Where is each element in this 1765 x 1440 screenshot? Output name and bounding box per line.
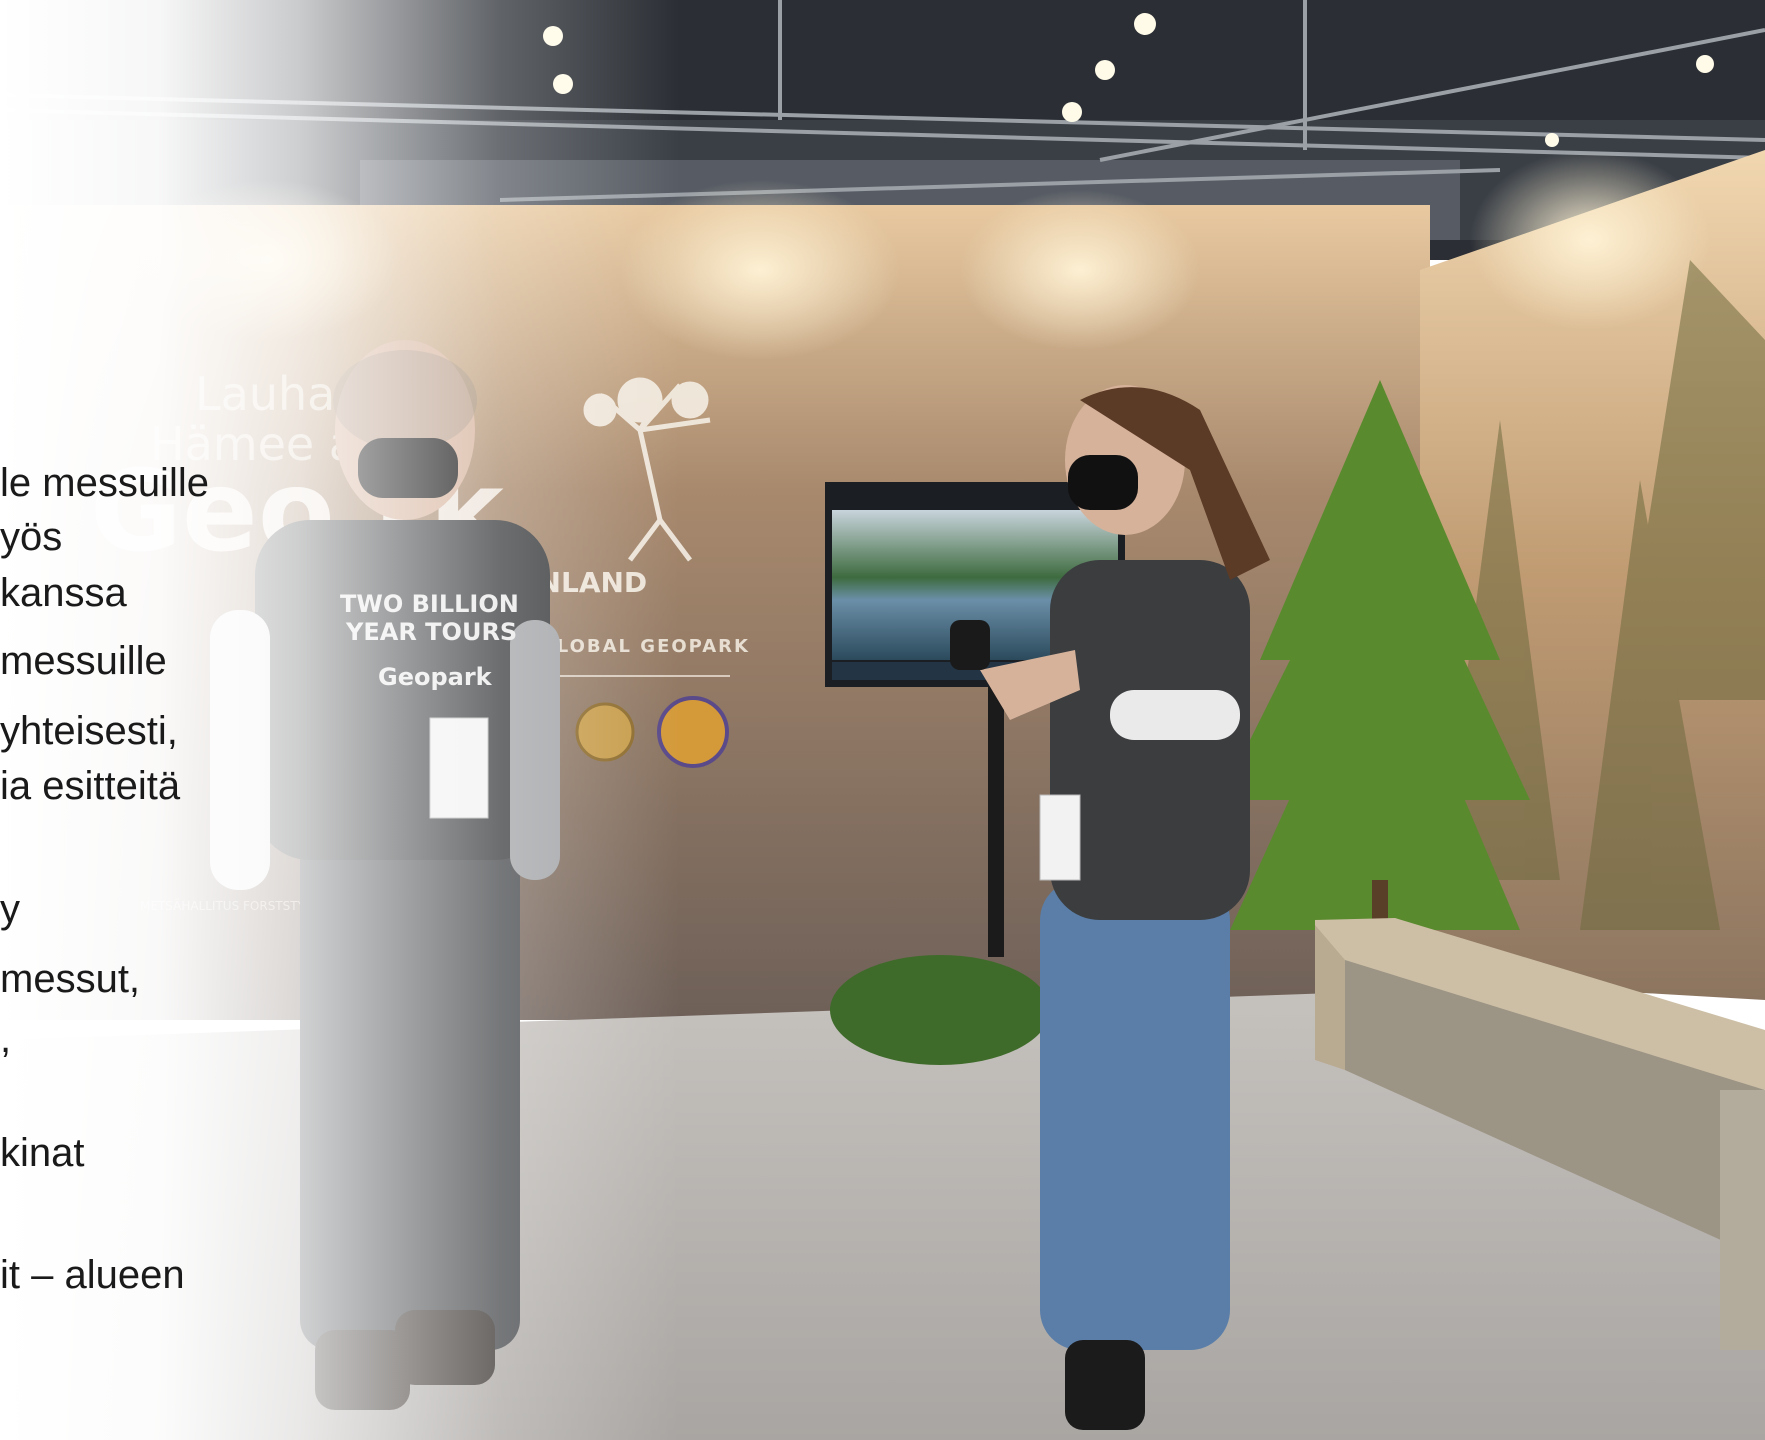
text-line: ,	[0, 1017, 12, 1061]
slide-text-column: le messuille yös kanssa messuille yhteis…	[0, 0, 260, 1440]
tv-stand	[988, 687, 1004, 957]
text-line: le messuille	[0, 461, 209, 505]
text-line: it – alueen	[0, 1253, 185, 1297]
spruce-branches	[830, 955, 1050, 1065]
text-line: y	[0, 887, 20, 931]
expo-booth-photo: Lauha ri - Hämee as Geo rk FINLAND GLOBA…	[0, 0, 1765, 1440]
text-line: messut,	[0, 957, 141, 1001]
medal-badge	[575, 702, 635, 762]
text-line: messuille	[0, 639, 167, 683]
shirt-brand-top: TWO BILLION	[340, 590, 519, 618]
text-line: yhteisesti,	[0, 709, 178, 753]
booth-global-label: GLOBAL GEOPARK	[540, 636, 750, 657]
text-line: yös	[0, 515, 63, 559]
text-line: kanssa	[0, 571, 127, 615]
medal-badge	[657, 696, 729, 768]
text-line: ia esitteitä	[0, 764, 181, 808]
shirt-geopark: Geopark	[378, 663, 493, 691]
shirt-brand-bottom: YEAR TOURS	[345, 618, 517, 646]
text-line: kinat	[0, 1131, 85, 1175]
